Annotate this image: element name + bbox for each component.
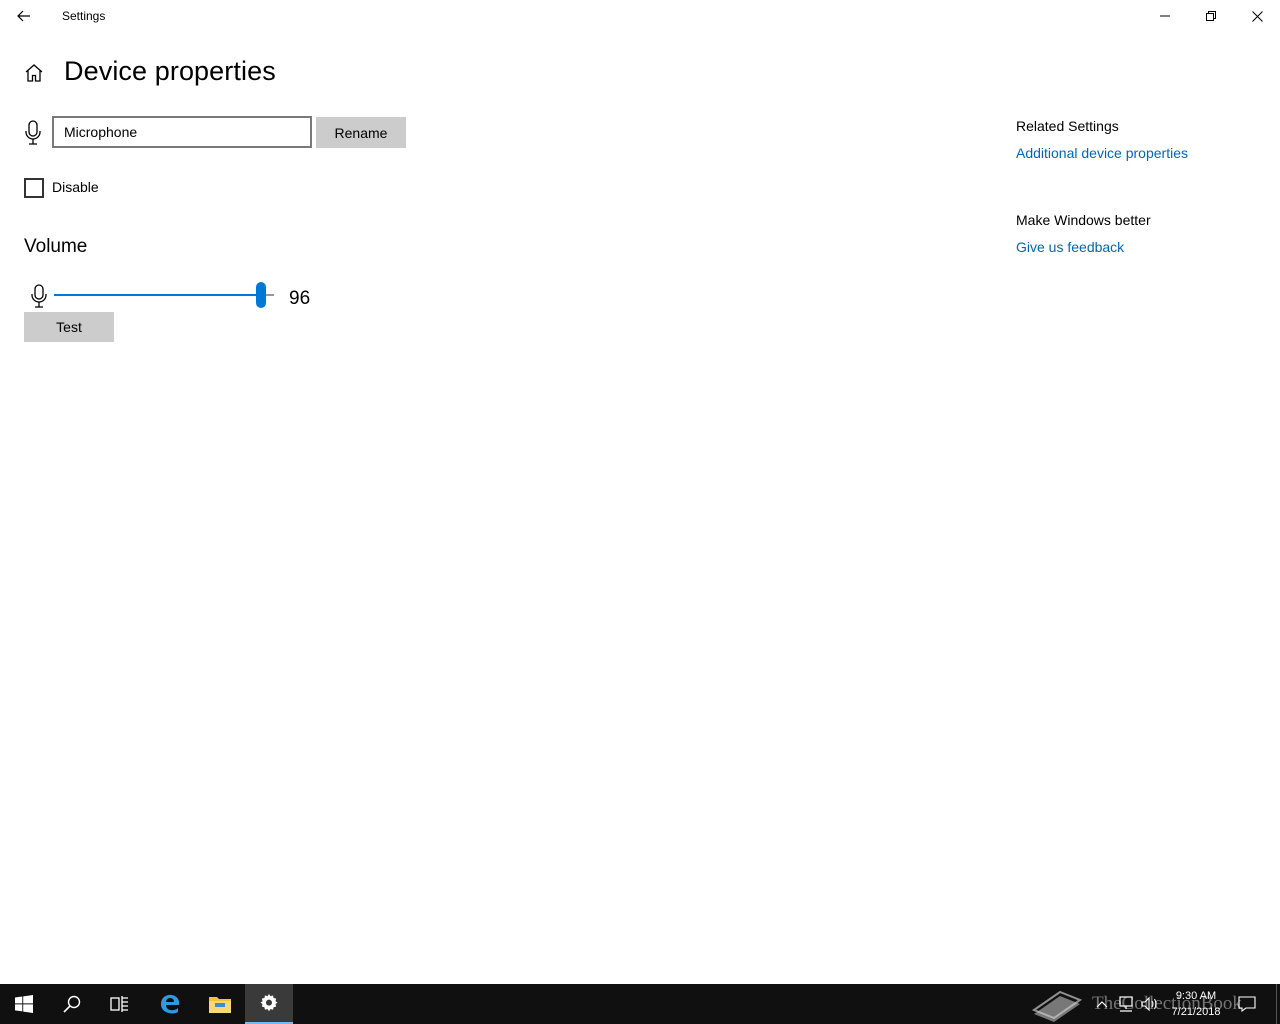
file-explorer-button[interactable] — [196, 984, 244, 1024]
task-view-button[interactable] — [96, 984, 144, 1024]
volume-section-title: Volume — [24, 236, 88, 257]
speaker-icon — [1141, 996, 1157, 1012]
related-settings-heading: Related Settings — [1016, 118, 1119, 134]
clock-date: 7/21/2018 — [1171, 1006, 1221, 1018]
volume-tray-button[interactable] — [1140, 994, 1160, 1014]
settings-icon — [260, 994, 278, 1012]
volume-slider-track — [265, 294, 274, 296]
book-logo-icon — [1031, 990, 1083, 1022]
edge-icon — [161, 994, 180, 1014]
give-feedback-link[interactable]: Give us feedback — [1016, 239, 1124, 255]
make-windows-better-heading: Make Windows better — [1016, 212, 1151, 228]
disable-checkbox[interactable] — [24, 178, 44, 198]
close-icon — [1251, 10, 1263, 22]
test-button[interactable]: Test — [24, 312, 114, 342]
file-explorer-icon — [209, 997, 231, 1013]
home-button[interactable] — [22, 60, 46, 86]
additional-device-properties-link[interactable]: Additional device properties — [1016, 145, 1188, 161]
show-hidden-icons-button[interactable] — [1092, 994, 1112, 1014]
back-button[interactable] — [0, 0, 48, 32]
taskbar-clock[interactable]: 9:30 AM 7/21/2018 — [1158, 988, 1234, 1020]
title-bar: Settings — [0, 0, 1280, 32]
device-name-value: Microphone — [64, 124, 138, 140]
volume-slider[interactable] — [54, 281, 274, 309]
volume-slider-thumb[interactable] — [255, 282, 266, 308]
app-title: Settings — [62, 9, 106, 23]
minimize-icon — [1160, 15, 1170, 17]
volume-slider-fill — [54, 294, 256, 296]
restore-icon — [1206, 11, 1216, 21]
rename-button[interactable]: Rename — [316, 117, 406, 148]
search-icon — [63, 995, 81, 1013]
settings-window: Settings Device properties Microphone Re… — [0, 0, 1280, 984]
show-desktop-button[interactable] — [1276, 984, 1280, 1024]
edge-button[interactable] — [146, 984, 194, 1024]
task-view-icon — [110, 996, 128, 1012]
notification-icon — [1238, 996, 1256, 1012]
close-button[interactable] — [1234, 0, 1280, 32]
volume-value: 96 — [289, 288, 311, 309]
back-arrow-icon — [17, 10, 30, 22]
network-icon — [1119, 996, 1133, 1012]
clock-time: 9:30 AM — [1175, 990, 1217, 1002]
network-button[interactable] — [1116, 994, 1136, 1014]
start-button[interactable] — [0, 984, 48, 1024]
home-icon — [25, 64, 43, 82]
chevron-up-icon — [1096, 1001, 1108, 1008]
search-button[interactable] — [48, 984, 96, 1024]
device-name-input[interactable]: Microphone — [52, 116, 312, 148]
microphone-icon — [25, 120, 41, 145]
volume-microphone-icon — [31, 284, 47, 308]
disable-label[interactable]: Disable — [52, 179, 99, 195]
taskbar: TheCollectionBook 9:30 AM 7/21/2018 — [0, 984, 1280, 1024]
minimize-button[interactable] — [1142, 0, 1188, 32]
restore-button[interactable] — [1188, 0, 1234, 32]
start-icon — [15, 995, 33, 1013]
action-center-button[interactable] — [1237, 994, 1257, 1014]
page-title: Device properties — [64, 56, 276, 86]
settings-taskbar-button[interactable] — [245, 984, 293, 1024]
